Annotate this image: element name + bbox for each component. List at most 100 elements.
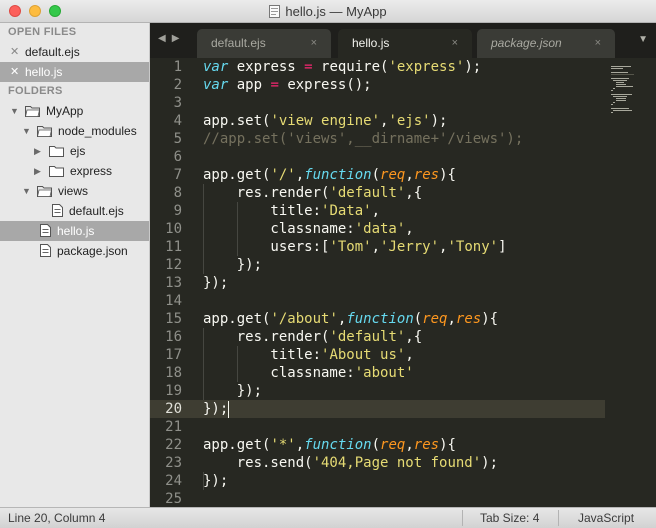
tree-label: hello.js: [57, 224, 95, 238]
line-number-gutter: 1 2 3 4 5 6 7 8 9 10 11 12 13 14 15 16 17 18 19 20 21 22 23 24 2…: [150, 58, 190, 507]
open-file-default-ejs[interactable]: ✕ default.ejs: [0, 42, 149, 62]
code-editor[interactable]: 1 2 3 4 5 6 7 8 9 10 11 12 13 14 15 16 17 18 19 20 21 22 23 24 2…: [150, 58, 656, 507]
code-line[interactable]: users:['Tom','Jerry','Tony']: [203, 238, 506, 256]
line-number: 8: [173, 185, 182, 201]
line-number: 2: [173, 77, 182, 93]
tree-folder-express[interactable]: ▶ express: [0, 161, 149, 181]
minimap-line: [611, 90, 613, 91]
code-line[interactable]: title:'About us',: [203, 346, 413, 364]
minimap-line: [611, 66, 631, 67]
line-number: 21: [165, 419, 182, 435]
line-number: 15: [165, 311, 182, 327]
line-number: 6: [173, 149, 182, 165]
line-number: 4: [173, 113, 182, 129]
minimap-line: [611, 78, 629, 79]
minimap-line: [615, 86, 633, 87]
chevron-right-icon[interactable]: ▶: [172, 33, 186, 44]
close-icon[interactable]: ×: [452, 29, 458, 58]
line-number: 17: [165, 347, 182, 363]
tree-folder-ejs[interactable]: ▶ ejs: [0, 141, 149, 161]
title-bar: hello.js — MyApp: [0, 0, 656, 23]
syntax-selector[interactable]: JavaScript: [578, 508, 634, 528]
line-number: 1: [173, 59, 182, 75]
open-file-hello-js[interactable]: ✕ hello.js: [0, 62, 149, 82]
sidebar: OPEN FILES ✕ default.ejs ✕ hello.js FOLD…: [0, 23, 150, 507]
code-line[interactable]: title:'Data',: [203, 202, 380, 220]
chevron-down-icon[interactable]: ▼: [22, 121, 31, 141]
open-file-label: hello.js: [25, 65, 63, 79]
tab-size-selector[interactable]: Tab Size: 4: [480, 508, 539, 528]
open-folder-icon: [37, 126, 52, 137]
code-line[interactable]: });: [203, 400, 228, 418]
code-area[interactable]: var express = require('express'); var app…: [203, 58, 605, 507]
tab-label: hello.js: [352, 36, 390, 50]
tab-nav-arrows[interactable]: ◀▶: [158, 33, 185, 44]
chevron-down-icon[interactable]: ▼: [10, 101, 19, 121]
tree-label: views: [58, 184, 89, 198]
chevron-left-icon[interactable]: ◀: [158, 33, 172, 44]
tree-label: node_modules: [58, 124, 137, 138]
code-line[interactable]: app.get('/',function(req,res){: [203, 166, 456, 184]
code-line[interactable]: res.render('default',{: [203, 328, 422, 346]
chevron-down-icon[interactable]: ▼: [22, 181, 31, 201]
tree-label: MyApp: [46, 104, 84, 118]
code-line[interactable]: });: [203, 274, 228, 292]
code-line[interactable]: classname:'about': [203, 364, 413, 382]
minimap-line: [615, 84, 626, 85]
tree-folder-node-modules[interactable]: ▼ node_modules: [0, 121, 149, 141]
code-line[interactable]: });: [203, 382, 262, 400]
line-number: 12: [165, 257, 182, 273]
line-number: 11: [165, 239, 182, 255]
tree-file-package-json[interactable]: package.json: [0, 241, 149, 261]
file-icon: [52, 204, 63, 217]
minimap[interactable]: [605, 58, 656, 507]
code-line[interactable]: app.set('view engine','ejs');: [203, 112, 447, 130]
tree-label: default.ejs: [69, 204, 124, 218]
minimap-line: [611, 72, 629, 73]
code-line[interactable]: });: [203, 256, 262, 274]
line-number: 3: [173, 95, 182, 111]
tree-file-default-ejs[interactable]: default.ejs: [0, 201, 149, 221]
tree-file-hello-js[interactable]: hello.js: [0, 221, 149, 241]
close-icon[interactable]: ×: [595, 29, 601, 58]
code-line[interactable]: app.get('*',function(req,res){: [203, 436, 456, 454]
tab-label: default.ejs: [211, 36, 266, 50]
code-line[interactable]: res.send('404,Page not found');: [203, 454, 498, 472]
tab-default-ejs[interactable]: default.ejs ×: [197, 29, 331, 58]
line-number: 13: [165, 275, 182, 291]
chevron-right-icon[interactable]: ▶: [34, 161, 41, 181]
tree-folder-myapp[interactable]: ▼ MyApp: [0, 101, 149, 121]
close-icon[interactable]: ✕: [10, 62, 19, 82]
code-line[interactable]: //app.set('views',__dirname+'/views');: [203, 130, 523, 148]
chevron-right-icon[interactable]: ▶: [34, 141, 41, 161]
minimap-line: [615, 82, 624, 83]
minimap-line: [613, 88, 616, 89]
line-number: 9: [173, 203, 182, 219]
code-line[interactable]: classname:'data',: [203, 220, 413, 238]
code-line[interactable]: var app = express();: [203, 76, 372, 94]
minimap-line: [611, 68, 623, 69]
tab-dropdown-icon[interactable]: ▼: [638, 34, 648, 45]
tab-hello-js[interactable]: hello.js ×: [338, 29, 472, 58]
line-number: 14: [165, 293, 182, 309]
window-title-text: hello.js — MyApp: [285, 4, 387, 19]
line-number: 25: [165, 491, 182, 507]
folder-icon: [49, 146, 64, 157]
code-line[interactable]: res.render('default',{: [203, 184, 422, 202]
open-folder-icon: [37, 186, 52, 197]
folders-heading: FOLDERS: [8, 85, 63, 97]
code-line[interactable]: app.get('/about',function(req,res){: [203, 310, 498, 328]
line-number: 10: [165, 221, 182, 237]
file-icon: [40, 244, 51, 257]
code-line[interactable]: var express = require('express');: [203, 58, 481, 76]
minimap-line: [613, 80, 627, 81]
tree-folder-views[interactable]: ▼ views: [0, 181, 149, 201]
line-number: 24: [165, 473, 182, 489]
status-bar: Line 20, Column 4 Tab Size: 4 JavaScript: [0, 507, 656, 528]
status-divider: [558, 510, 559, 526]
close-icon[interactable]: ×: [311, 29, 317, 58]
minimap-line: [611, 94, 632, 95]
code-line[interactable]: });: [203, 472, 228, 490]
close-icon[interactable]: ✕: [10, 42, 19, 62]
tab-package-json[interactable]: package.json ×: [477, 29, 615, 58]
